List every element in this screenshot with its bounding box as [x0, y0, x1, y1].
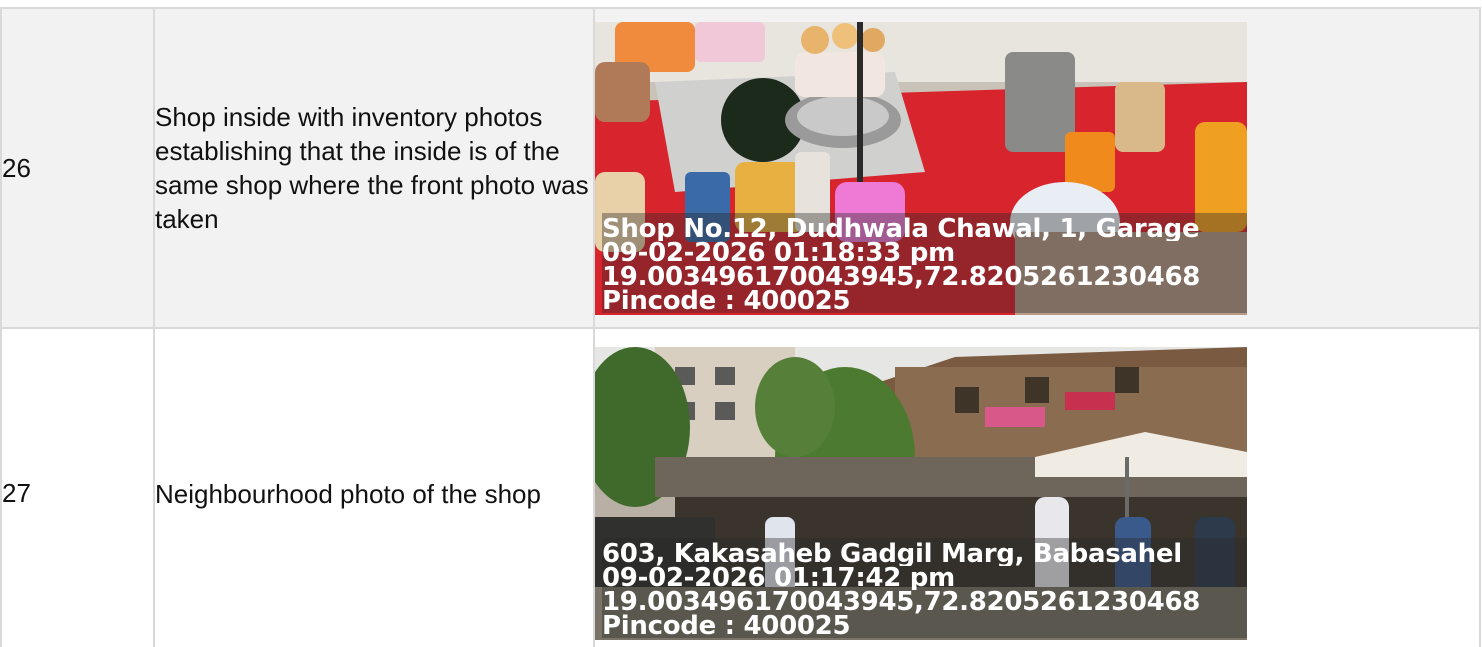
stamp-datetime: 09-02-2026 01:18:33 pm: [602, 240, 955, 265]
stamp-datetime: 09-02-2026 01:17:42 pm: [602, 566, 955, 590]
row-number: 26: [0, 7, 155, 329]
row-description: Neighbourhood photo of the shop: [153, 327, 595, 647]
table-row: 27 Neighbourhood photo of the shop 603, …: [0, 327, 1481, 647]
geotag-stamp: 603, Kakasaheb Gadgil Marg, Babasahel 09…: [602, 538, 1247, 638]
photo-cell: 603, Kakasaheb Gadgil Marg, Babasahel 09…: [593, 327, 1481, 647]
stamp-address: 603, Kakasaheb Gadgil Marg, Babasahel: [602, 542, 1182, 566]
row-description: Shop inside with inventory photos establ…: [153, 7, 595, 329]
stamp-pincode: Pincode : 400025: [602, 288, 851, 313]
stamp-coordinates: 19.003496170043945,72.8205261230468: [602, 264, 1201, 289]
geotag-stamp: Shop No.12, Dudhwala Chawal, 1, Garage 0…: [602, 212, 1247, 313]
stamp-coordinates: 19.003496170043945,72.8205261230468: [602, 590, 1201, 614]
table-row: 26 Shop inside with inventory photos est…: [0, 7, 1481, 329]
photo-cell: Shop No.12, Dudhwala Chawal, 1, Garage 0…: [593, 7, 1481, 329]
evidence-table: 26 Shop inside with inventory photos est…: [0, 7, 1481, 647]
stamp-pincode: Pincode : 400025: [602, 614, 851, 638]
row-number: 27: [0, 327, 155, 647]
document-page: 26 Shop inside with inventory photos est…: [0, 0, 1482, 647]
shop-inside-photo: Shop No.12, Dudhwala Chawal, 1, Garage 0…: [595, 21, 1247, 315]
neighbourhood-photo: 603, Kakasaheb Gadgil Marg, Babasahel 09…: [595, 347, 1247, 640]
stamp-address: Shop No.12, Dudhwala Chawal, 1, Garage: [602, 216, 1200, 241]
